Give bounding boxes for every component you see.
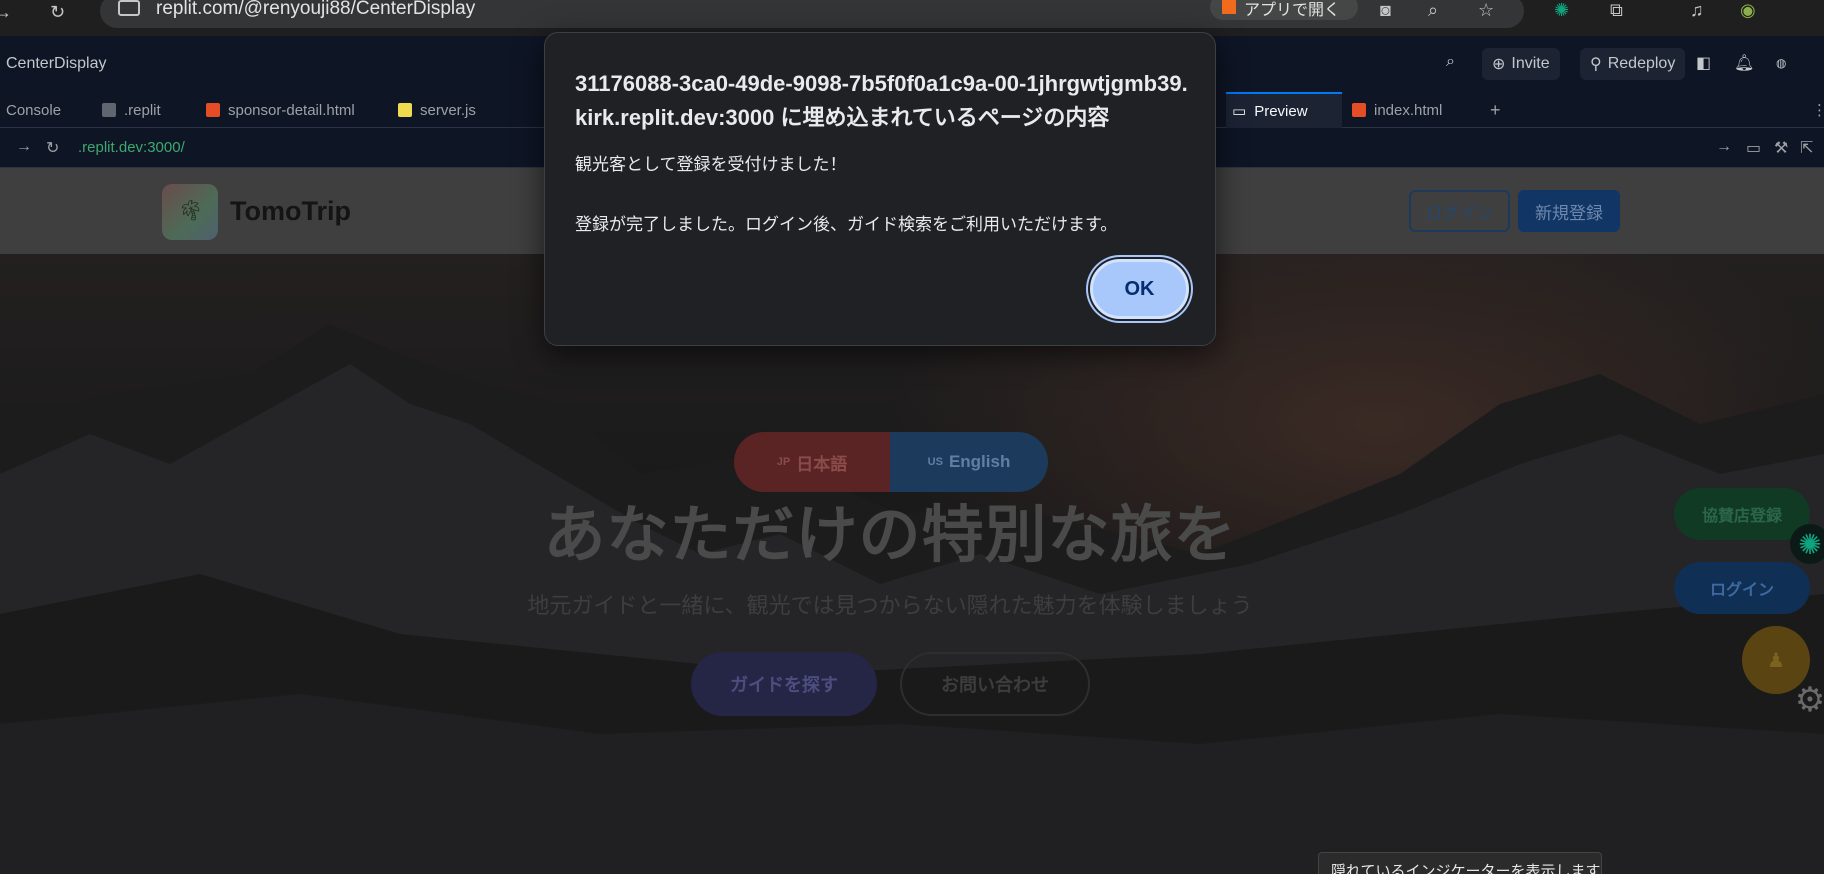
tab-label: Preview bbox=[1254, 102, 1308, 120]
bookmark-star-icon[interactable]: ☆ bbox=[1478, 0, 1494, 21]
more-options-icon[interactable]: ⋮ bbox=[1806, 92, 1824, 128]
hidden-indicators-tooltip: 隠れているインジケーターを表示します bbox=[1318, 852, 1602, 874]
invite-button[interactable]: ⊕ Invite bbox=[1482, 48, 1560, 80]
extensions-icon[interactable]: ⧉ bbox=[1610, 0, 1623, 21]
invite-label: Invite bbox=[1511, 55, 1550, 72]
media-icon[interactable]: ♫ bbox=[1690, 0, 1704, 21]
open-in-app-label: アプリで開く bbox=[1244, 2, 1341, 19]
tab-server-js[interactable]: server.js bbox=[392, 92, 482, 128]
lang-en-label: English bbox=[948, 452, 1011, 471]
contact-button[interactable]: お問い合わせ bbox=[900, 652, 1090, 716]
chatgpt-extension-icon[interactable]: ✺ bbox=[1554, 0, 1569, 21]
nav-login-button[interactable]: ログイン bbox=[1409, 190, 1510, 232]
js-file-icon bbox=[398, 103, 412, 117]
new-tab-button[interactable]: + bbox=[1484, 92, 1507, 128]
tab-preview[interactable]: ▭ Preview bbox=[1226, 92, 1342, 128]
open-new-tab-icon[interactable]: → bbox=[1716, 138, 1732, 156]
config-file-icon bbox=[102, 103, 116, 117]
gamepad-icon[interactable]: ◙ bbox=[1380, 0, 1391, 21]
address-url[interactable]: replit.com/@renyouji88/CenterDisplay bbox=[156, 0, 475, 20]
profile-avatar[interactable]: ◉ bbox=[1740, 0, 1756, 21]
tab-console[interactable]: Console bbox=[0, 92, 67, 128]
palm-tree-icon: 🌴︎ bbox=[178, 200, 204, 222]
tab-label: .replit bbox=[124, 101, 161, 119]
html-file-icon bbox=[1352, 103, 1366, 117]
devices-icon[interactable]: ▭ bbox=[1746, 138, 1761, 158]
tab-sponsor-detail[interactable]: sponsor-detail.html bbox=[200, 92, 361, 128]
redeploy-label: Redeploy bbox=[1607, 55, 1676, 72]
workspace-icon[interactable]: ◧ bbox=[1696, 53, 1711, 73]
hero-section: JP 日本語 US English あなただけの特別な旅を 地元ガイドと一緒に、… bbox=[0, 254, 1824, 874]
site-info-icon[interactable] bbox=[118, 0, 140, 16]
external-link-icon[interactable]: ⇱ bbox=[1800, 138, 1813, 158]
language-toggle: JP 日本語 US English bbox=[734, 432, 1048, 492]
find-guide-button[interactable]: ガイドを探す bbox=[691, 652, 877, 716]
ai-assistant-icon[interactable]: ✺ bbox=[1790, 524, 1824, 564]
notifications-bell-icon[interactable]: 🔔︎ bbox=[1734, 53, 1754, 73]
alert-dialog: 31176088-3ca0-49de-9098-7b5f0f0a1c9a-00-… bbox=[544, 32, 1216, 346]
reload-icon[interactable]: ↻ bbox=[46, 138, 59, 158]
tab-label: sponsor-detail.html bbox=[228, 101, 355, 119]
reload-icon[interactable]: ↻ bbox=[50, 2, 65, 23]
hero-title: あなただけの特別な旅を bbox=[543, 501, 1237, 570]
search-icon[interactable]: ⌕ bbox=[1446, 53, 1455, 71]
devtools-wrench-icon[interactable]: ⚒ bbox=[1774, 138, 1788, 158]
redeploy-button[interactable]: ⚲ Redeploy bbox=[1580, 48, 1686, 80]
settings-gear-icon[interactable]: ⚙ bbox=[1790, 680, 1824, 720]
sponsor-register-button[interactable]: 協賛店登録 bbox=[1674, 488, 1810, 540]
flag-jp: JP bbox=[776, 456, 791, 468]
add-user-icon: ⊕ bbox=[1492, 56, 1506, 73]
monitor-icon: ▭ bbox=[1232, 103, 1247, 120]
forward-icon[interactable]: → bbox=[0, 2, 12, 23]
open-in-app-button[interactable]: アプリで開く bbox=[1210, 0, 1358, 20]
flag-us: US bbox=[927, 456, 943, 468]
browser-toolbar: → ↻ replit.com/@renyouji88/CenterDisplay… bbox=[0, 0, 1824, 36]
deploy-icon: ⚲ bbox=[1590, 56, 1602, 73]
lang-english-button[interactable]: US English bbox=[890, 432, 1048, 492]
project-name[interactable]: CenterDisplay bbox=[6, 55, 106, 73]
user-avatar[interactable]: ◍ bbox=[1776, 56, 1786, 70]
dialog-title: 31176088-3ca0-49de-9098-7b5f0f0a1c9a-00-… bbox=[575, 71, 1188, 130]
hero-subtitle: 地元ガイドと一緒に、観光では見つからない隠れた魅力を体験しましょう bbox=[527, 593, 1253, 618]
brand-name[interactable]: TomoTrip bbox=[230, 196, 351, 227]
tab-label: index.html bbox=[1374, 101, 1443, 119]
tab-label: server.js bbox=[420, 101, 476, 119]
forward-icon[interactable]: → bbox=[16, 138, 32, 156]
html-file-icon bbox=[206, 103, 220, 117]
floating-login-button[interactable]: ログイン bbox=[1674, 562, 1810, 614]
dialog-ok-button[interactable]: OK bbox=[1090, 259, 1189, 319]
preview-url[interactable]: .replit.dev:3000/ bbox=[78, 139, 185, 156]
search-icon[interactable]: ⌕ bbox=[1428, 0, 1438, 21]
nav-signup-button[interactable]: 新規登録 bbox=[1518, 190, 1620, 232]
brand-logo[interactable]: 🌴︎ bbox=[162, 184, 218, 240]
lang-jp-label: 日本語 bbox=[796, 454, 848, 474]
tab-index-html[interactable]: index.html bbox=[1346, 92, 1448, 128]
app-logo-icon bbox=[1222, 0, 1236, 14]
lang-japanese-button[interactable]: JP 日本語 bbox=[734, 432, 890, 492]
dialog-message: 観光客として登録を受付けました！ 登録が完了しました。ログイン後、ガイド検索をご… bbox=[575, 155, 1118, 234]
tab-replit-config[interactable]: .replit bbox=[96, 92, 167, 128]
tab-label: Console bbox=[6, 101, 62, 119]
